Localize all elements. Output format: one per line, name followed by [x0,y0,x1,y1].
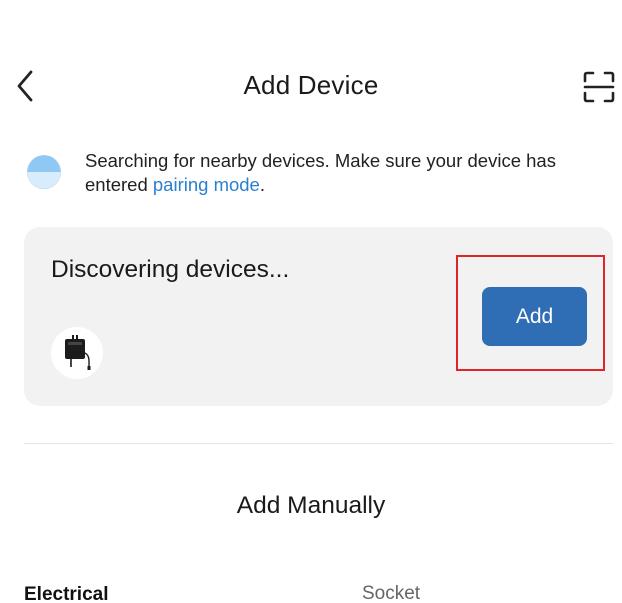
search-notice: Searching for nearby devices. Make sure … [85,149,605,197]
scan-icon [583,71,615,103]
add-device-screen: Add Device Searching for nearby devices.… [0,0,622,603]
device-thumbnail [51,327,103,379]
scan-button[interactable] [580,68,618,106]
searching-radar-icon [27,155,61,189]
chevron-left-icon [17,70,33,102]
power-adapter-icon [65,335,91,370]
page-title: Add Device [243,70,379,100]
back-button[interactable] [8,66,42,106]
discovery-title: Discovering devices... [51,256,290,283]
category-tab-socket[interactable]: Socket [362,583,420,603]
category-tab-electrical[interactable]: Electrical [24,584,109,603]
add-button[interactable]: Add [482,287,587,346]
search-notice-period: . [259,174,265,195]
add-manually-title: Add Manually [236,492,386,519]
section-divider [24,443,613,444]
pairing-mode-link[interactable]: pairing mode [153,174,260,195]
